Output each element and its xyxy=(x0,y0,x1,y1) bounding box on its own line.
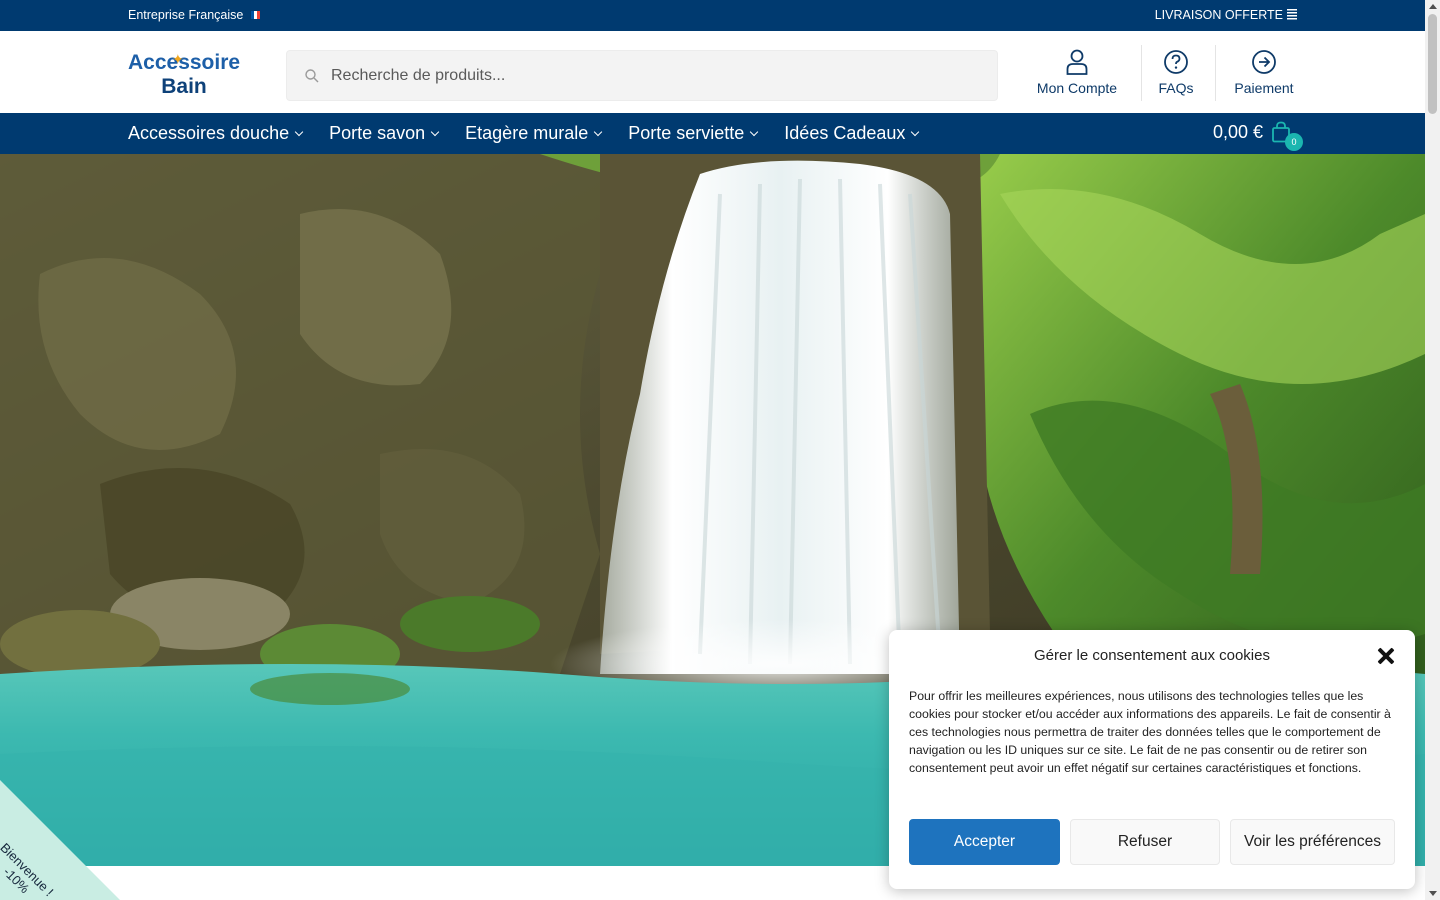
scroll-up-arrow-icon[interactable] xyxy=(1429,4,1437,9)
arrow-circle-right-icon xyxy=(1252,50,1276,74)
site-logo[interactable]: ✦ Accessoire Bain xyxy=(128,51,240,99)
nav-item-label: Etagère murale xyxy=(465,123,589,143)
accept-button[interactable]: Accepter xyxy=(909,819,1060,865)
scroll-down-arrow-icon[interactable] xyxy=(1429,891,1437,896)
faqs-link[interactable]: FAQs xyxy=(1150,49,1202,101)
faqs-label: FAQs xyxy=(1158,80,1194,96)
nav-item-label: Accessoires douche xyxy=(128,123,290,143)
cookie-dialog-body: Pour offrir les meilleures expériences, … xyxy=(909,689,1391,775)
nav-item-etagere-murale[interactable]: Etagère murale xyxy=(465,123,603,144)
french-flag-icon xyxy=(251,11,261,19)
search-input[interactable] xyxy=(331,63,971,89)
chevron-down-icon xyxy=(750,127,759,137)
nav-item-label: Porte serviette xyxy=(628,123,745,143)
package-icon xyxy=(1287,9,1297,21)
payment-link[interactable]: Paiement xyxy=(1228,49,1300,101)
chevron-down-icon xyxy=(430,127,440,137)
logo-line2: Bain xyxy=(161,75,207,98)
main-navigation: Accessoires douche Porte savon Etagère m… xyxy=(0,113,1425,154)
topbar-right-text: LIVRAISON OFFERTE xyxy=(1154,8,1283,22)
nav-item-porte-savon[interactable]: Porte savon xyxy=(329,123,440,144)
question-circle-icon xyxy=(1164,50,1188,74)
cart-button[interactable]: 0,00 € 0 xyxy=(1212,121,1303,151)
header-divider xyxy=(1141,45,1142,101)
nav-item-idees-cadeaux[interactable]: Idées Cadeaux xyxy=(784,123,920,144)
topbar-left: Entreprise Française xyxy=(128,8,261,22)
logo-line1: Accessoire xyxy=(128,51,241,74)
page-scrollbar[interactable] xyxy=(1425,0,1440,900)
payment-label: Paiement xyxy=(1234,80,1294,96)
nav-item-accessoires-douche[interactable]: Accessoires douche xyxy=(128,123,304,144)
cart-count-badge: 0 xyxy=(1285,133,1303,151)
scrollbar-thumb[interactable] xyxy=(1428,14,1437,114)
shopping-bag-icon: 0 xyxy=(1271,121,1303,151)
cookie-consent-dialog: Gérer le consentement aux cookies Pour o… xyxy=(889,630,1415,889)
welcome-discount-ribbon[interactable]: Bienvenue ! -10% xyxy=(0,780,120,900)
nav-item-label: Porte savon xyxy=(329,123,426,143)
my-account-link[interactable]: Mon Compte xyxy=(1026,49,1128,101)
site-header: ✦ Accessoire Bain Mon Compte FAQs Paieme xyxy=(0,31,1425,113)
logo-sparkle-icon: ✦ xyxy=(172,51,184,67)
chevron-down-icon xyxy=(593,127,603,137)
cart-total: 0,00 € xyxy=(1212,121,1263,142)
close-icon[interactable] xyxy=(1377,647,1395,665)
view-preferences-button[interactable]: Voir les préférences xyxy=(1230,819,1395,865)
header-divider xyxy=(1215,45,1216,101)
user-icon xyxy=(1066,49,1088,75)
nav-item-porte-serviette[interactable]: Porte serviette xyxy=(628,123,759,144)
topbar-left-text: Entreprise Française xyxy=(128,8,244,22)
refuse-button[interactable]: Refuser xyxy=(1070,819,1220,865)
search-icon xyxy=(305,69,319,83)
nav-item-label: Idées Cadeaux xyxy=(784,123,906,143)
search-bar xyxy=(286,50,998,101)
my-account-label: Mon Compte xyxy=(1036,80,1118,96)
chevron-down-icon xyxy=(911,127,920,137)
cookie-dialog-title: Gérer le consentement aux cookies xyxy=(1034,647,1270,664)
chevron-down-icon xyxy=(294,127,304,137)
top-announcement-bar: Entreprise Française LIVRAISON OFFERTE xyxy=(0,0,1425,31)
topbar-right: LIVRAISON OFFERTE xyxy=(1155,8,1297,22)
